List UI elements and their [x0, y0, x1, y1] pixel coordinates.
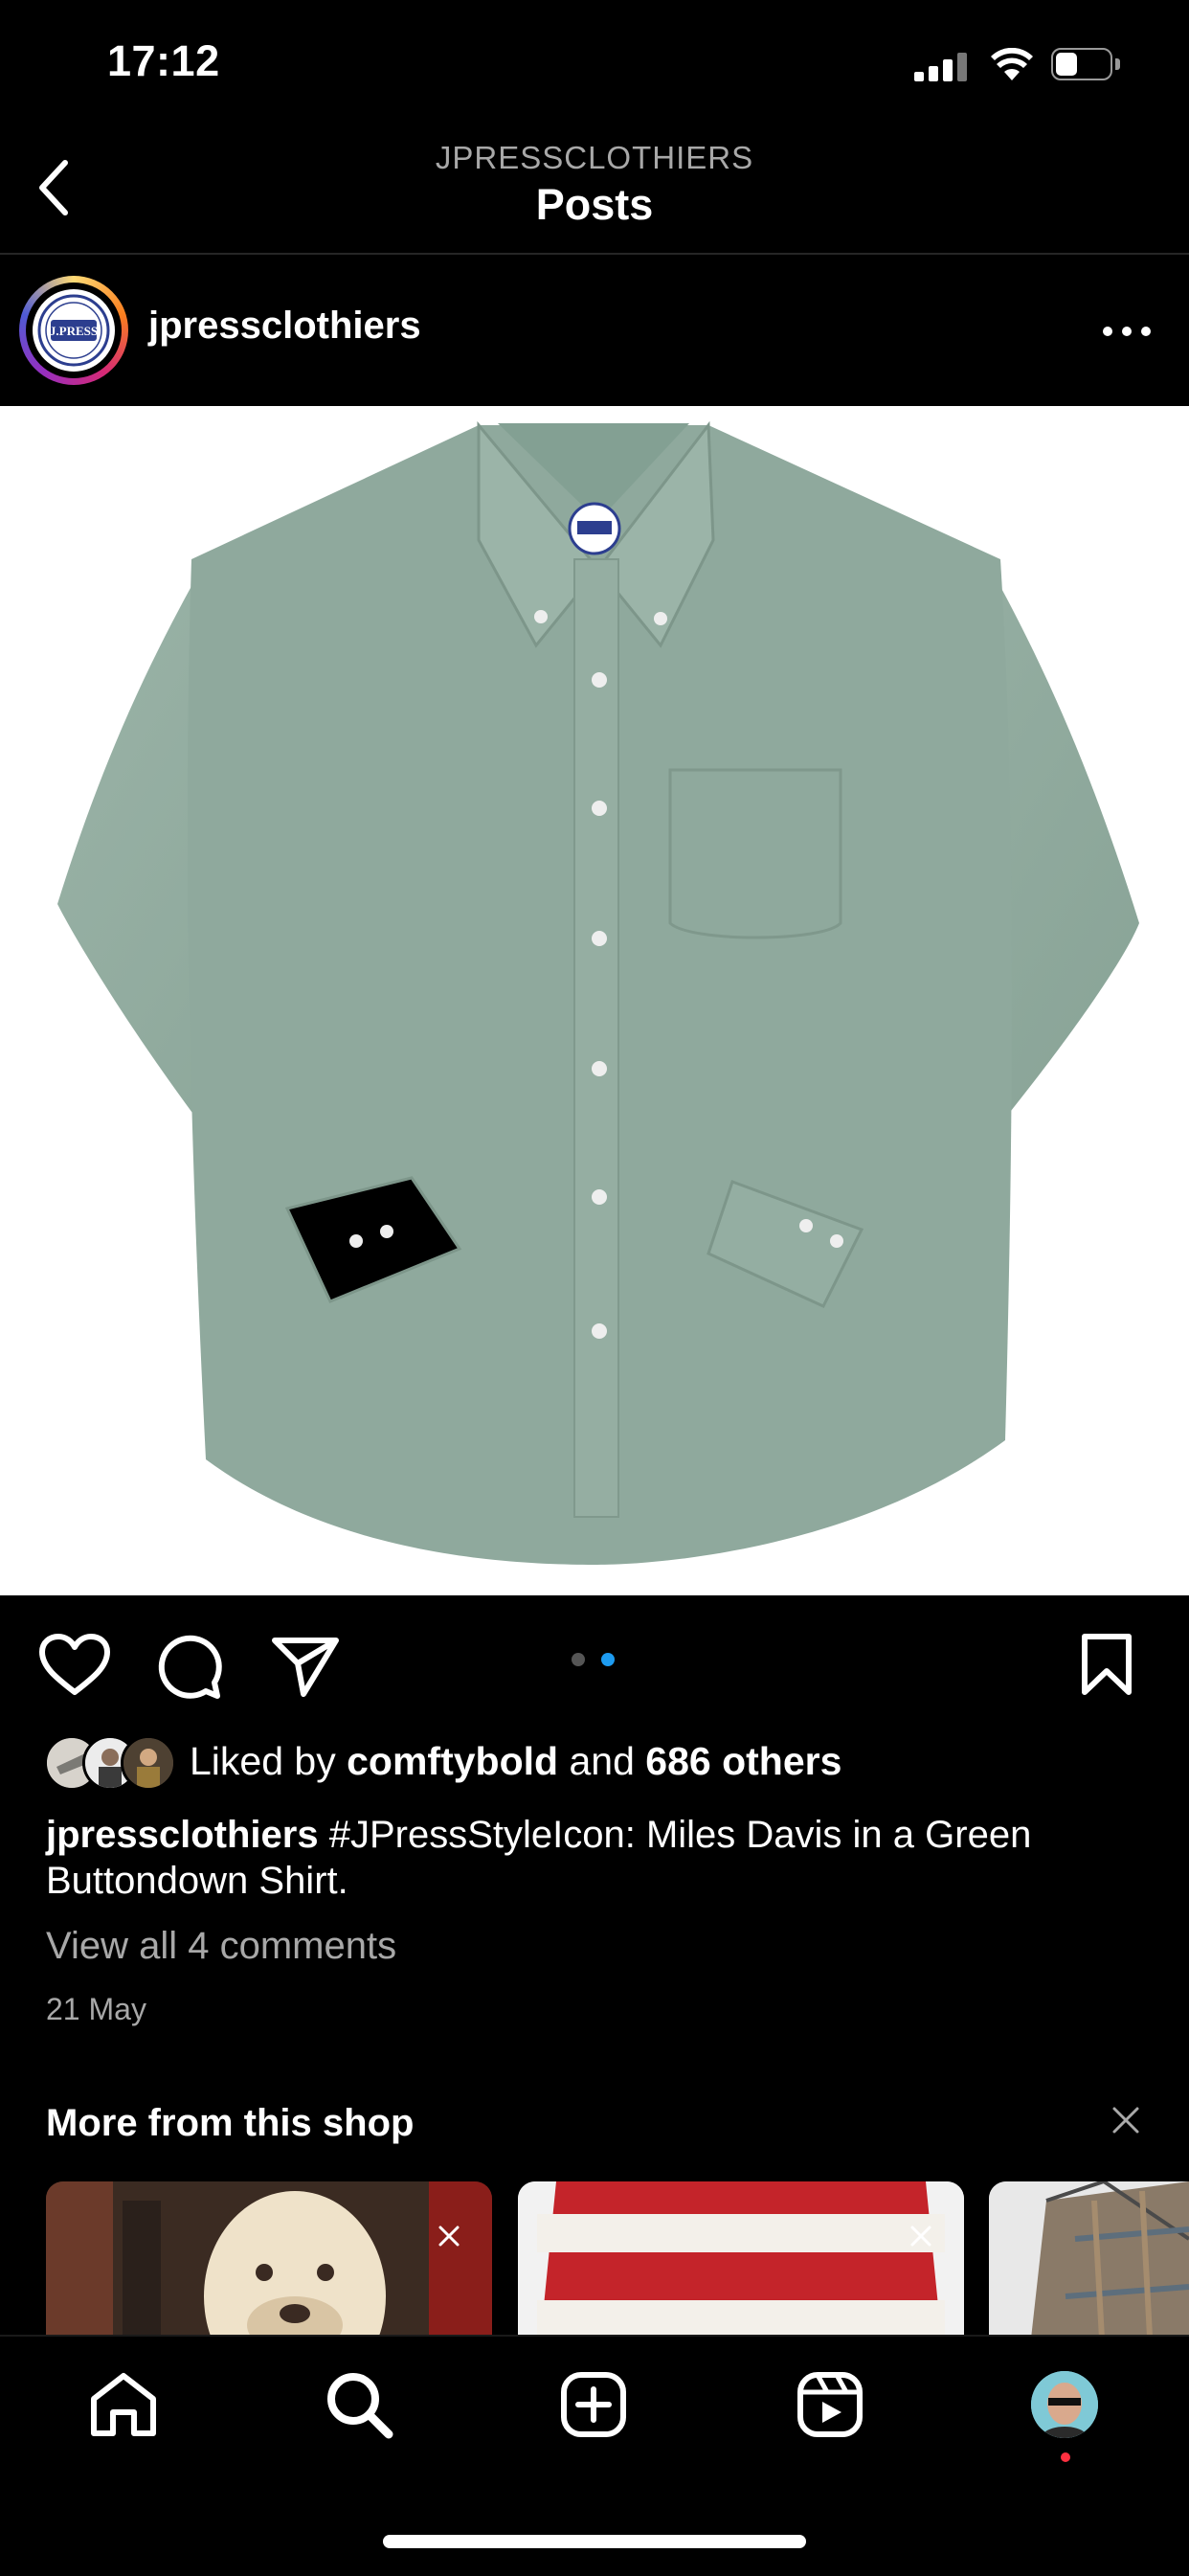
wifi-icon [991, 48, 1033, 80]
comment-icon[interactable] [156, 1633, 223, 1700]
avatar[interactable]: J.PRESS [33, 289, 115, 372]
svg-text:J.PRESS: J.PRESS [50, 324, 98, 338]
liker-username[interactable]: comftybold [347, 1739, 558, 1783]
carousel-dot-active [601, 1653, 615, 1666]
search-icon[interactable] [324, 2369, 394, 2440]
create-icon[interactable] [560, 2371, 627, 2438]
header-divider [0, 253, 1189, 255]
more-icon[interactable] [1099, 311, 1156, 350]
post-caption: jpressclothiers #JPressStyleIcon: Miles … [46, 1812, 1147, 1904]
close-icon[interactable] [905, 2220, 937, 2252]
likes-and: and [569, 1739, 635, 1783]
view-comments-link[interactable]: View all 4 comments [46, 1925, 396, 1968]
home-icon[interactable] [88, 2370, 159, 2439]
notification-dot [1061, 2452, 1070, 2462]
reels-icon[interactable] [796, 2371, 864, 2438]
home-indicator [383, 2535, 806, 2548]
likes-others[interactable]: 686 others [645, 1739, 841, 1783]
shirt-illustration [57, 420, 1139, 1565]
more-from-shop-title: More from this shop [46, 2102, 415, 2144]
likes-prefix: Liked by [190, 1739, 336, 1783]
status-time: 17:12 [107, 36, 220, 85]
profile-avatar[interactable] [1031, 2371, 1098, 2438]
battery-icon [1051, 48, 1120, 80]
post-image[interactable] [0, 406, 1189, 1595]
likes-summary[interactable]: Liked by comftybold and 686 others [190, 1739, 841, 1784]
header-account-name: JPRESSCLOTHIERS [435, 140, 754, 175]
signal-icon [914, 53, 968, 81]
share-icon[interactable] [271, 1635, 340, 1698]
carousel-dot [572, 1653, 585, 1666]
close-icon[interactable] [433, 2220, 465, 2252]
page-title: Posts [535, 180, 654, 229]
heart-icon[interactable] [38, 1633, 111, 1698]
close-icon[interactable] [1109, 2103, 1143, 2137]
caption-username[interactable]: jpressclothiers [46, 1814, 319, 1856]
jpress-logo-icon: J.PRESS [37, 294, 110, 367]
post-date: 21 May [46, 1992, 146, 2026]
bookmark-icon[interactable] [1080, 1633, 1133, 1698]
post-username[interactable]: jpressclothiers [148, 305, 421, 348]
profile-photo [1031, 2371, 1098, 2438]
liker-avatar [121, 1735, 176, 1791]
